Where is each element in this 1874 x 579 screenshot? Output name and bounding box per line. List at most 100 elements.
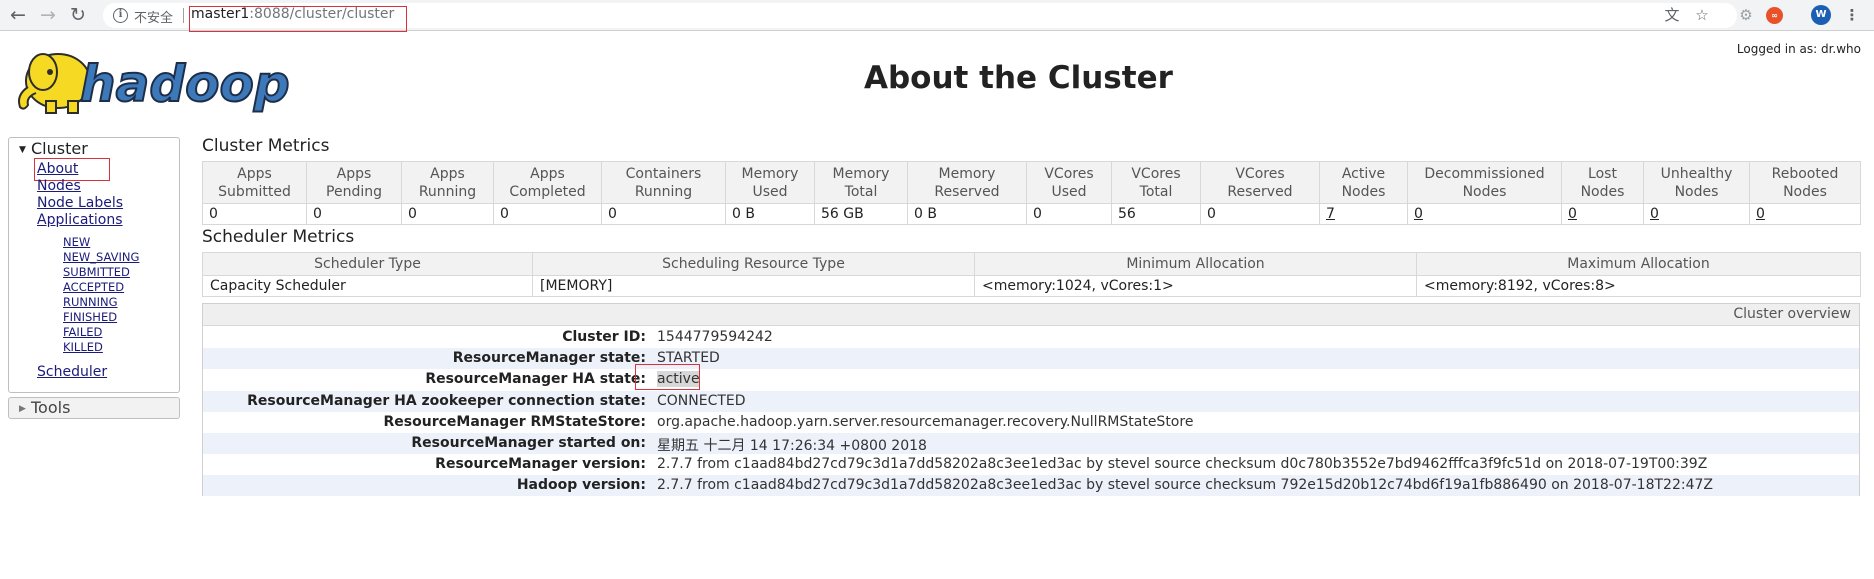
metric-header-line-1: Lost: [1588, 165, 1617, 182]
overview-row: Cluster ID: 1544779594242: [203, 327, 1859, 348]
metric-header-line-2: Running: [418, 183, 477, 200]
metric-header-line-2: Nodes: [1580, 183, 1625, 200]
collapse-triangle-icon: ▼: [19, 145, 26, 155]
metric-value-link[interactable]: 0: [1568, 206, 1577, 222]
metric-header: Apps Pending: [306, 161, 402, 204]
sidebar-app-state-new[interactable]: NEW: [63, 235, 90, 249]
sidebar-item-about[interactable]: About: [37, 161, 78, 177]
metric-header-line-1: Memory: [832, 165, 890, 182]
star-icon[interactable]: ☆: [1692, 5, 1712, 25]
metric-value: 0 B: [907, 203, 1027, 225]
extension-badge-icon[interactable]: ∞: [1766, 7, 1783, 24]
metric-value: 0: [306, 203, 402, 225]
metric-value: 0: [1749, 203, 1861, 225]
metric-header-line-2: Submitted: [218, 183, 291, 200]
metric-header-line-2: Completed: [509, 183, 586, 200]
metric-header-line-2: Reserved: [1227, 183, 1293, 200]
metric-value: 56: [1111, 203, 1201, 225]
overview-row-label: Cluster ID:: [562, 329, 646, 345]
sidebar-item-scheduler[interactable]: Scheduler: [37, 364, 107, 380]
metric-header: Apps Running: [401, 161, 494, 204]
translate-icon[interactable]: 文: [1662, 5, 1682, 25]
metric-header-line-2: Nodes: [1674, 183, 1719, 200]
metric-header: Apps Submitted: [202, 161, 307, 204]
sidebar-item-node-labels[interactable]: Node Labels: [37, 195, 123, 211]
overview-row: ResourceManager state: STARTED: [203, 348, 1859, 370]
sidebar-tools-header[interactable]: ▶ Tools: [8, 397, 180, 419]
sidebar-app-state-failed[interactable]: FAILED: [63, 325, 102, 339]
hadoop-wordmark: hadoop: [80, 55, 290, 113]
maximum-allocation-header: Maximum Allocation: [1416, 252, 1861, 276]
metric-header: VCores Total: [1111, 161, 1201, 204]
metric-header: VCores Used: [1026, 161, 1112, 204]
back-arrow-icon[interactable]: ←: [6, 3, 30, 27]
overview-row-value: 2.7.7 from c1aad84bd27cd79c3d1a7dd58202a…: [657, 477, 1713, 494]
overview-row-label: ResourceManager RMStateStore:: [383, 413, 647, 430]
sidebar-app-state-killed[interactable]: KILLED: [63, 340, 103, 354]
security-label: 不安全: [134, 11, 174, 26]
forward-arrow-icon[interactable]: →: [36, 3, 60, 27]
expand-triangle-icon: ▶: [19, 404, 26, 414]
metric-header-line-2: Nodes: [1462, 183, 1507, 200]
sidebar-app-state-submitted[interactable]: SUBMITTED: [63, 265, 130, 279]
metric-value: 0 B: [725, 203, 815, 225]
sidebar-cluster-label: Cluster: [31, 139, 88, 158]
profile-avatar[interactable]: W: [1811, 5, 1831, 25]
overview-row-value: org.apache.hadoop.yarn.server.resourcema…: [657, 413, 1194, 430]
metric-value-link[interactable]: 0: [1414, 206, 1423, 222]
sidebar-app-state-finished[interactable]: FINISHED: [63, 310, 117, 324]
overview-row: ResourceManager RMStateStore: org.apache.…: [203, 412, 1859, 433]
overview-row-value: CONNECTED: [657, 392, 746, 409]
overview-row: ResourceManager version: 2.7.7 from c1aad…: [203, 454, 1859, 475]
scheduling-resource-type-header: Scheduling Resource Type: [532, 252, 975, 276]
sidebar-item-applications[interactable]: Applications: [37, 212, 123, 228]
sidebar-app-state-new-saving[interactable]: NEW_SAVING: [63, 250, 139, 264]
metric-header-line-1: Apps: [237, 165, 272, 182]
metric-header-line-1: Containers: [625, 165, 702, 182]
overview-row-label: Hadoop version:: [516, 477, 646, 494]
address-separator: [183, 8, 184, 23]
metric-value: 0: [601, 203, 726, 225]
metric-header-line-2: Pending: [326, 183, 382, 200]
overview-row-value: 1544779594242: [657, 329, 773, 345]
sidebar-cluster-header[interactable]: ▼ Cluster: [9, 138, 179, 160]
metric-header-line-1: Active: [1341, 165, 1386, 182]
info-icon[interactable]: i: [113, 8, 128, 23]
metric-value-link[interactable]: 0: [1756, 206, 1765, 222]
metric-value-link[interactable]: 0: [1650, 206, 1659, 222]
scheduler-metrics-header-row: Scheduler Type Scheduling Resource Type …: [202, 252, 1861, 276]
overview-row: ResourceManager HA zookeeper connection …: [203, 390, 1859, 412]
metric-header: Lost Nodes: [1561, 161, 1644, 204]
metric-header: Containers Running: [601, 161, 726, 204]
sidebar-tools-label: Tools: [31, 398, 71, 417]
metric-header-line-2: Total: [844, 183, 878, 200]
metric-value: 0: [202, 203, 307, 225]
menu-icon[interactable]: ⋮: [1842, 5, 1862, 25]
metric-header-line-1: VCores: [1131, 165, 1181, 182]
metric-header: VCores Reserved: [1200, 161, 1320, 204]
metric-header-line-2: Nodes: [1783, 183, 1827, 200]
metric-header: Memory Total: [814, 161, 908, 204]
hadoop-logo[interactable]: hadoop: [10, 39, 310, 115]
overview-row-label: ResourceManager state:: [452, 350, 646, 367]
browser-toolbar: ← → ↻ i 不安全 master1:8088/cluster/cluster…: [0, 0, 1874, 32]
metric-value-link[interactable]: 7: [1326, 206, 1335, 222]
metric-value: 56 GB: [814, 203, 908, 225]
metric-value: 0: [1200, 203, 1320, 225]
cluster-metrics-header-row: Apps Submitted Apps Pending Apps Running Apps C…: [202, 161, 1861, 204]
metric-header-line-1: Apps: [430, 165, 465, 182]
metric-header: Apps Completed: [493, 161, 602, 204]
sidebar-app-state-running[interactable]: RUNNING: [63, 295, 118, 309]
metric-header: Memory Reserved: [907, 161, 1027, 204]
url-annotation-box: [189, 6, 407, 32]
metric-header: Active Nodes: [1319, 161, 1408, 204]
sidebar-item-nodes[interactable]: Nodes: [37, 178, 81, 194]
metric-header-line-1: Apps: [530, 165, 565, 182]
extension-icon[interactable]: ⚙: [1736, 5, 1756, 25]
metric-header-line-2: Used: [1051, 183, 1087, 200]
metric-header-line-2: Used: [752, 183, 788, 200]
overview-row-value: 星期五 十二月 14 17:26:34 +0800 2018: [657, 438, 927, 454]
metric-header-line-2: Nodes: [1341, 183, 1386, 200]
reload-icon[interactable]: ↻: [66, 3, 90, 27]
sidebar-app-state-accepted[interactable]: ACCEPTED: [63, 280, 124, 294]
